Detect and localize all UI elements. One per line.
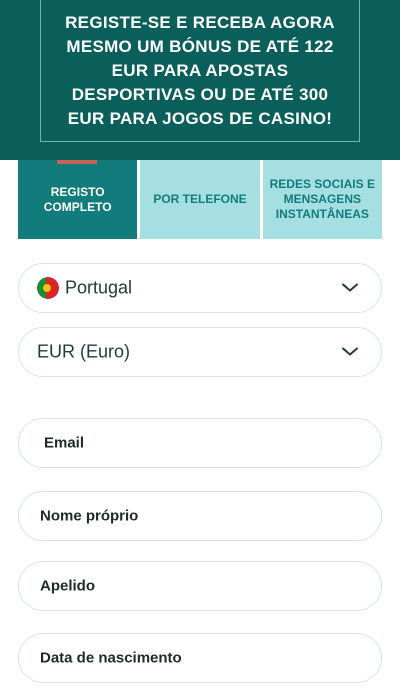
birth-date-field[interactable]: Data de nascimento bbox=[18, 633, 382, 683]
tab-social-messengers[interactable]: REDES SOCIAIS E MENSAGENS INSTANTÂNEAS bbox=[262, 160, 382, 239]
registration-tabs: REGISTO COMPLETO POR TELEFONE REDES SOCI… bbox=[18, 160, 382, 239]
country-value: Portugal bbox=[65, 277, 133, 298]
promo-banner-text: REGISTE-SE E RECEBA AGORA MESMO UM BÓNUS… bbox=[65, 12, 335, 128]
country-select[interactable]: Portugal bbox=[18, 263, 382, 313]
promo-banner-frame: REGISTE-SE E RECEBA AGORA MESMO UM BÓNUS… bbox=[40, 0, 360, 142]
tab-by-phone[interactable]: POR TELEFONE bbox=[140, 160, 260, 239]
last-name-field[interactable]: Apelido bbox=[18, 561, 382, 611]
currency-value: EUR (Euro) bbox=[37, 341, 131, 362]
email-field-label: Email bbox=[44, 434, 85, 452]
promo-banner: REGISTE-SE E RECEBA AGORA MESMO UM BÓNUS… bbox=[0, 0, 400, 160]
email-field[interactable]: Email bbox=[18, 418, 382, 468]
tab-label: POR TELEFONE bbox=[153, 192, 247, 206]
chevron-down-icon bbox=[342, 347, 358, 356]
first-name-field[interactable]: Nome próprio bbox=[18, 491, 382, 541]
last-name-field-label: Apelido bbox=[40, 577, 95, 595]
portugal-flag-icon bbox=[37, 277, 59, 299]
active-tab-indicator bbox=[57, 160, 97, 164]
tab-full-registration[interactable]: REGISTO COMPLETO bbox=[18, 160, 138, 239]
chevron-down-icon bbox=[342, 283, 358, 292]
tab-label: REDES SOCIAIS E MENSAGENS INSTANTÂNEAS bbox=[269, 177, 375, 221]
birth-date-field-label: Data de nascimento bbox=[40, 649, 182, 667]
tab-label: REGISTO COMPLETO bbox=[43, 184, 112, 214]
first-name-field-label: Nome próprio bbox=[40, 507, 139, 525]
currency-select[interactable]: EUR (Euro) bbox=[18, 327, 382, 377]
